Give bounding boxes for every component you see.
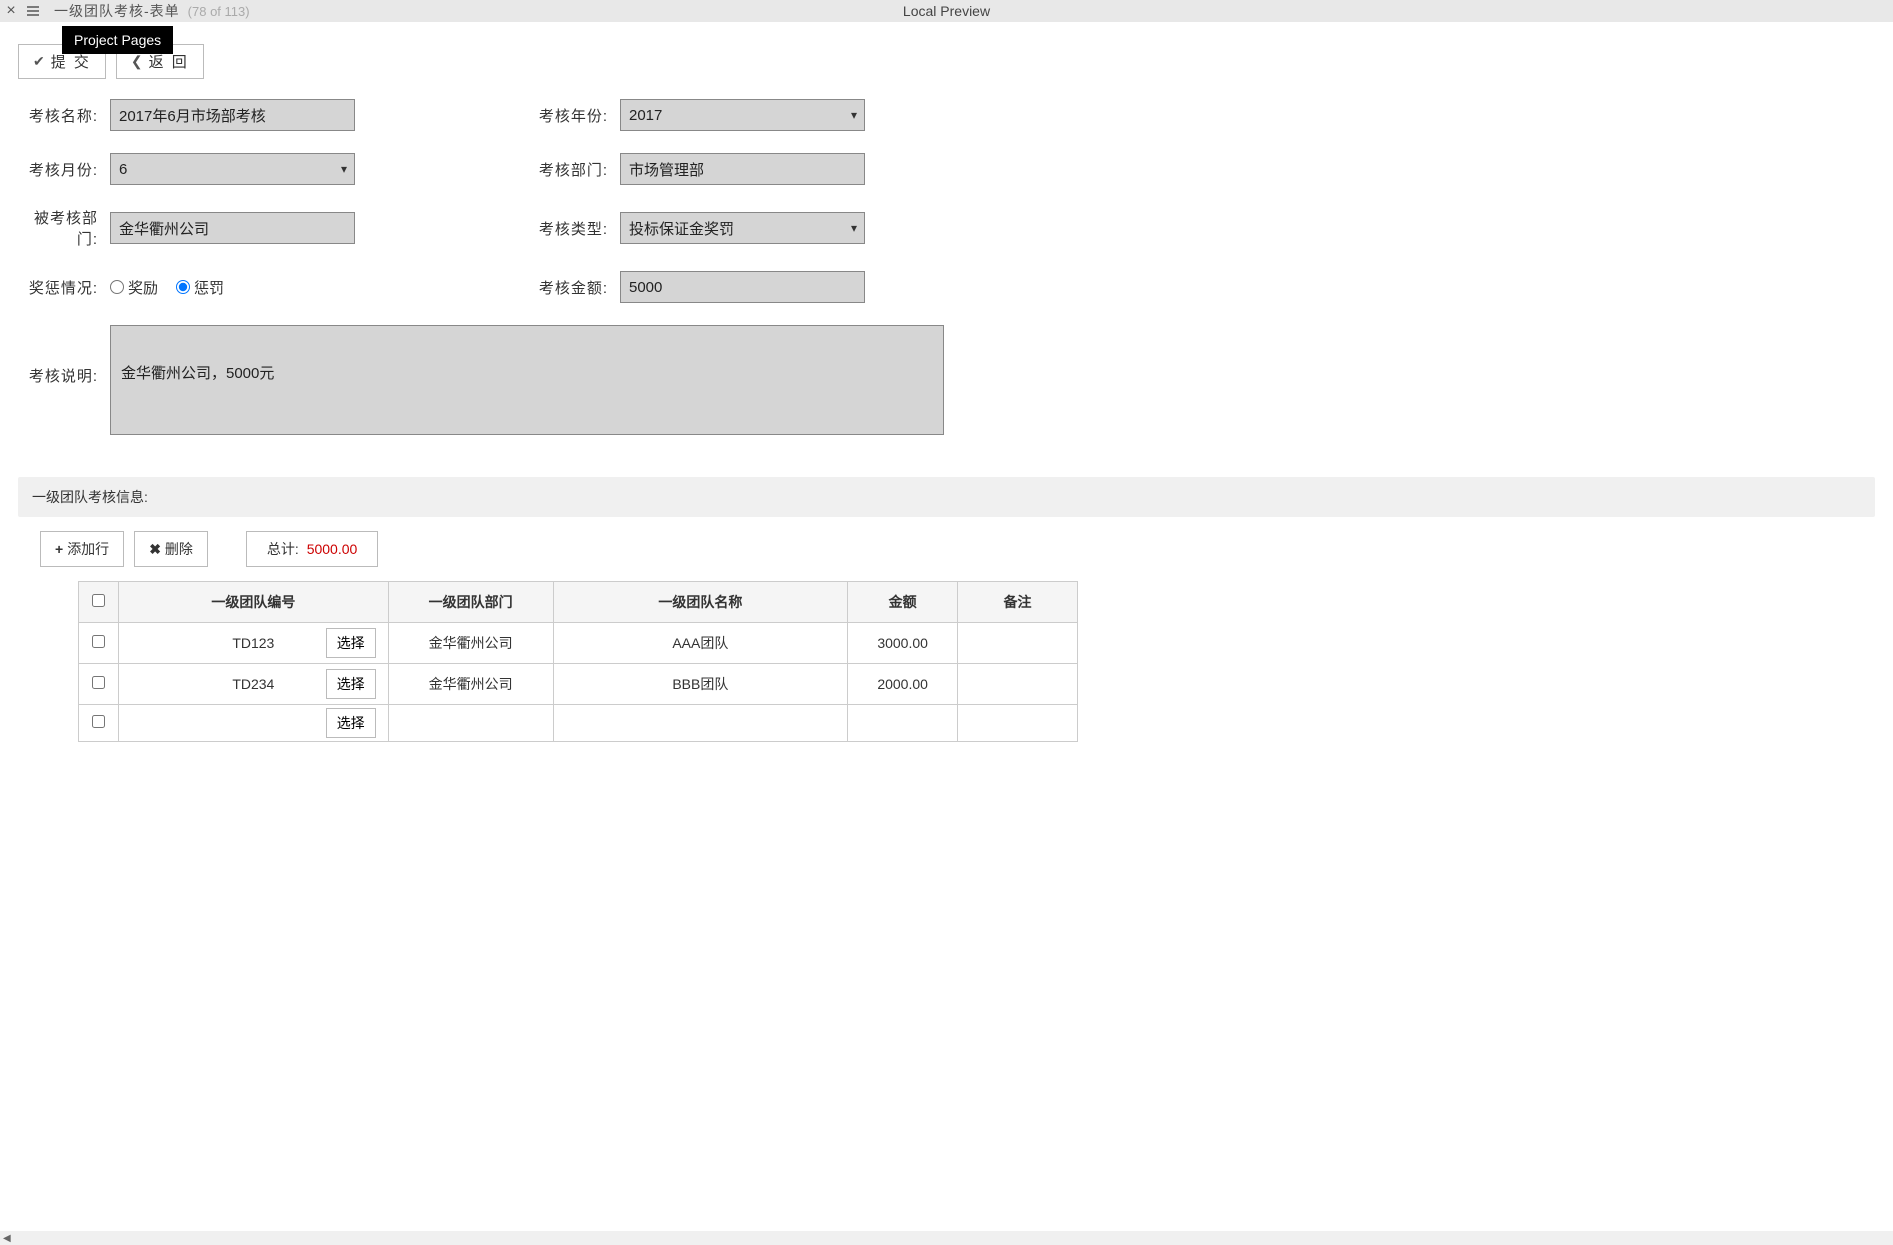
chevron-left-icon: ❮ (131, 53, 145, 70)
select-code-button[interactable]: 选择 (326, 628, 376, 658)
select-code-button[interactable]: 选择 (326, 669, 376, 699)
app-header: × 一级团队考核-表单 (78 of 113) Local Preview (0, 0, 1893, 22)
table-row: TD123选择金华衢州公司AAA团队3000.00 (79, 623, 1078, 664)
label-type: 考核类型: (528, 218, 608, 239)
th-code: 一级团队编号 (118, 582, 388, 623)
project-pages-tooltip: Project Pages (62, 26, 173, 54)
label-month: 考核月份: (18, 159, 98, 180)
close-icon[interactable]: × (0, 2, 22, 20)
input-target[interactable] (110, 212, 355, 244)
add-row-label: 添加行 (67, 539, 109, 559)
textarea-desc[interactable] (110, 325, 944, 435)
close-icon: ✖ (149, 541, 161, 558)
th-amount: 金额 (848, 582, 958, 623)
table-row: TD234选择金华衢州公司BBB团队2000.00 (79, 664, 1078, 705)
label-reward-punish: 奖惩情况: (18, 277, 98, 298)
horizontal-scrollbar[interactable]: ◀ (0, 1231, 1893, 1245)
select-year[interactable] (620, 99, 865, 131)
select-month[interactable] (110, 153, 355, 185)
delete-row-label: 删除 (165, 539, 193, 559)
preview-label: Local Preview (903, 3, 990, 19)
scroll-left-icon[interactable]: ◀ (3, 1233, 11, 1244)
label-dept: 考核部门: (528, 159, 608, 180)
total-label: 总计: (267, 541, 299, 557)
radio-group-reward-punish: 奖励 惩罚 (110, 277, 224, 298)
add-row-button[interactable]: + 添加行 (40, 531, 124, 567)
cell-note (958, 664, 1078, 705)
th-dept: 一级团队部门 (388, 582, 553, 623)
submit-label: 提 交 (51, 51, 91, 72)
label-target: 被考核部门: (18, 207, 98, 249)
radio-reward[interactable]: 奖励 (110, 277, 158, 298)
delete-row-button[interactable]: ✖ 删除 (134, 531, 208, 567)
cell-dept (388, 705, 553, 742)
check-icon: ✔ (33, 53, 47, 70)
cell-amount: 3000.00 (848, 623, 958, 664)
select-type[interactable] (620, 212, 865, 244)
cell-amount (848, 705, 958, 742)
table-toolbar: + 添加行 ✖ 删除 总计: 5000.00 (40, 531, 1893, 567)
cell-name: BBB团队 (553, 664, 848, 705)
th-name: 一级团队名称 (553, 582, 848, 623)
select-code-button[interactable]: 选择 (326, 708, 376, 738)
row-checkbox[interactable] (92, 635, 105, 648)
label-desc: 考核说明: (18, 365, 98, 386)
cell-dept: 金华衢州公司 (388, 664, 553, 705)
label-name: 考核名称: (18, 105, 98, 126)
page-count: (78 of 113) (188, 4, 250, 19)
page-title: 一级团队考核-表单 (54, 1, 180, 21)
row-checkbox[interactable] (92, 676, 105, 689)
th-checkbox (79, 582, 119, 623)
radio-punish[interactable]: 惩罚 (176, 277, 224, 298)
cell-note (958, 623, 1078, 664)
cell-dept: 金华衢州公司 (388, 623, 553, 664)
cell-name: AAA团队 (553, 623, 848, 664)
row-checkbox[interactable] (92, 715, 105, 728)
label-amount: 考核金额: (528, 277, 608, 298)
input-dept[interactable] (620, 153, 865, 185)
label-year: 考核年份: (528, 105, 608, 126)
th-note: 备注 (958, 582, 1078, 623)
total-value: 5000.00 (307, 541, 358, 557)
back-label: 返 回 (149, 51, 189, 72)
input-amount[interactable] (620, 271, 865, 303)
cell-amount: 2000.00 (848, 664, 958, 705)
checkbox-all[interactable] (92, 594, 105, 607)
total-box: 总计: 5000.00 (246, 531, 378, 567)
cell-name (553, 705, 848, 742)
menu-icon[interactable] (22, 4, 44, 18)
input-name[interactable] (110, 99, 355, 131)
data-table: 一级团队编号 一级团队部门 一级团队名称 金额 备注 TD123选择金华衢州公司… (78, 581, 1078, 742)
form-toolbar: ✔ 提 交 ❮ 返 回 (0, 32, 1893, 79)
cell-note (958, 705, 1078, 742)
table-row: 选择 (79, 705, 1078, 742)
plus-icon: + (55, 541, 63, 557)
form-area: 考核名称: 考核年份: 考核月份: 考核部门: 被考核部门: (0, 79, 1893, 477)
section-header: 一级团队考核信息: (18, 477, 1875, 517)
